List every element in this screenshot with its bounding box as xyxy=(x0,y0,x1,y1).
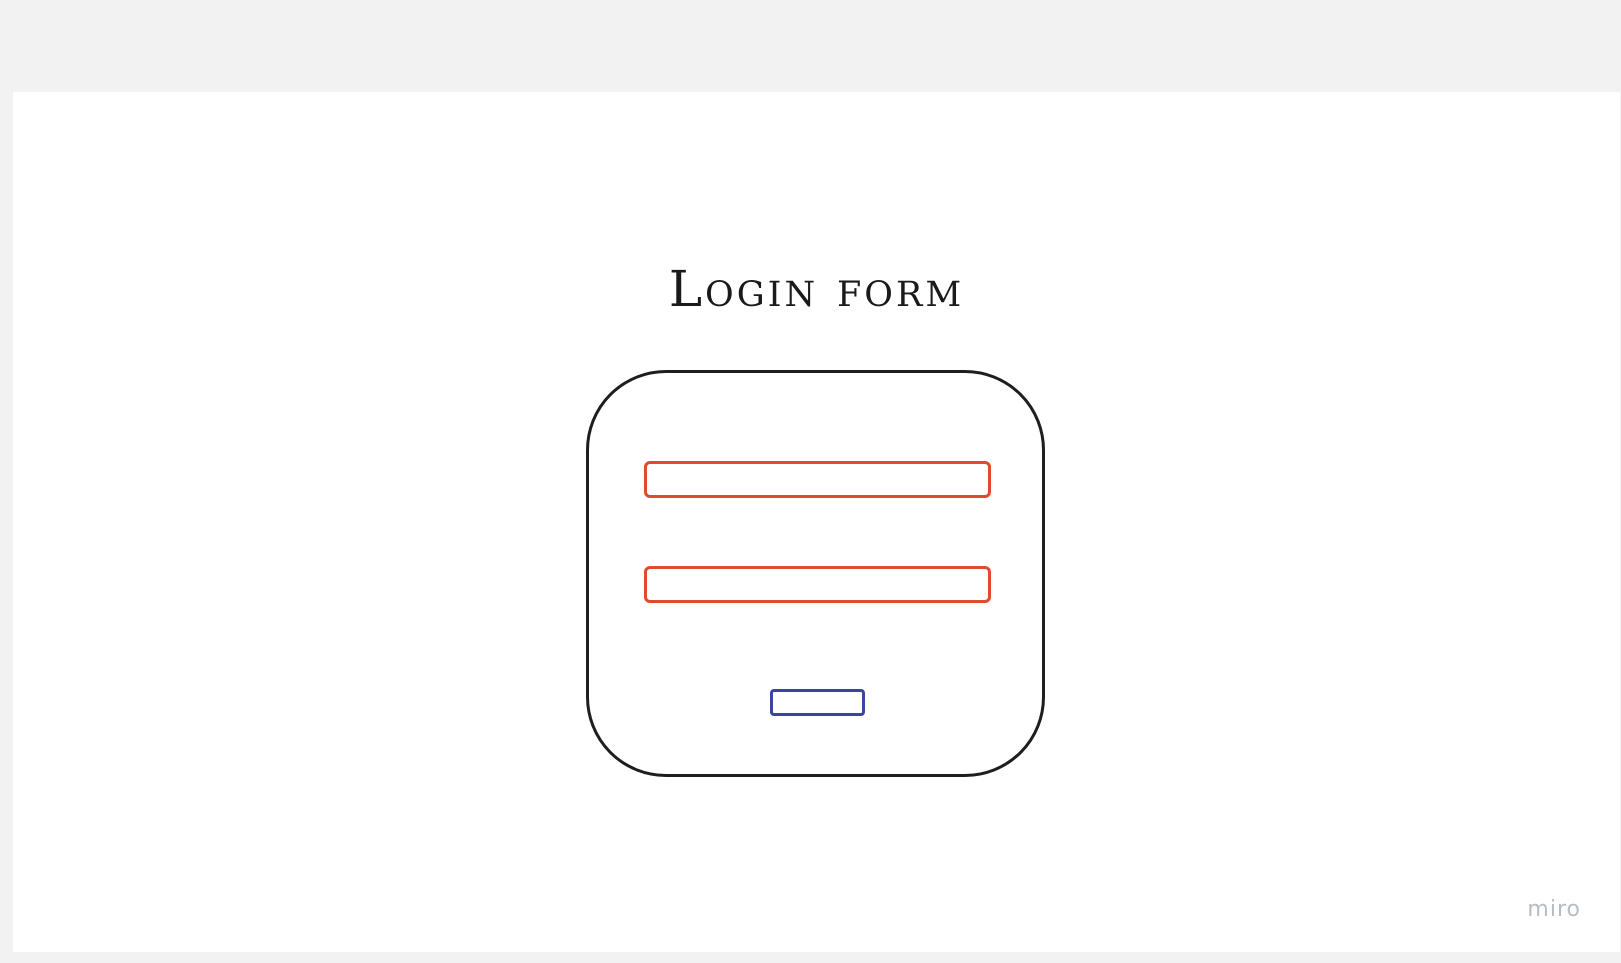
miro-logo: miro xyxy=(1527,897,1581,922)
whiteboard-canvas: Login form miro xyxy=(13,92,1620,952)
login-form-frame xyxy=(586,370,1045,777)
password-field[interactable] xyxy=(644,566,991,603)
login-button[interactable] xyxy=(770,689,865,716)
diagram-title: Login form xyxy=(668,260,965,318)
username-field[interactable] xyxy=(644,461,991,498)
